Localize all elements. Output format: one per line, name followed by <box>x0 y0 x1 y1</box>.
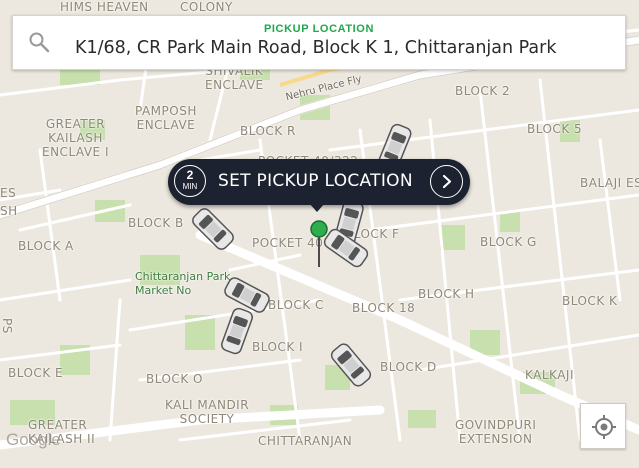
map-label-chittaranjan-market: Chittaranjan Park Market No <box>135 270 231 297</box>
google-attribution: Google <box>6 430 61 449</box>
my-location-button[interactable] <box>580 403 626 449</box>
chevron-right-icon[interactable] <box>430 165 463 198</box>
map-label-es-left: ES <box>0 186 17 200</box>
map-label-kalkaji: KALKAJI <box>525 368 574 382</box>
map-label-block-i: BLOCK I <box>252 340 304 354</box>
crosshair-icon <box>592 415 616 439</box>
pickup-location-caption: PICKUP LOCATION <box>263 23 375 35</box>
map-label-sh-left: SH <box>0 204 18 218</box>
eta-unit: MIN <box>182 182 198 191</box>
map-label-block-r: BLOCK R <box>240 124 296 138</box>
pickup-address-text[interactable]: K1/68, CR Park Main Road, Block K 1, Chi… <box>75 38 613 58</box>
map-label-balaji-es: BALAJI ES <box>580 176 639 190</box>
map-label-greater-kailash-1: GREATER KAILASH ENCLAVE I <box>42 117 109 159</box>
map-label-block-b: BLOCK B <box>128 216 184 230</box>
map-label-block-a: BLOCK A <box>18 239 74 253</box>
map-label-colony-top: COLONY <box>180 0 233 14</box>
map-label-chittaranjan: CHITTARANJAN <box>258 434 353 448</box>
map-label-block-d: BLOCK D <box>380 360 437 374</box>
map-label-block-c: BLOCK C <box>268 298 324 312</box>
map-label-block-o: BLOCK O <box>146 372 203 386</box>
map-label-block-k: BLOCK K <box>562 294 618 308</box>
eta-value: 2 <box>186 168 194 182</box>
set-pickup-label: SET PICKUP LOCATION <box>218 171 413 191</box>
map-label-block-5: BLOCK 5 <box>527 122 583 136</box>
map-label-block-g: BLOCK G <box>480 235 537 249</box>
map-label-hims-top: HIMS HEAVEN <box>60 0 149 14</box>
map-label-block-h: BLOCK H <box>418 287 475 301</box>
map-label-block-2: BLOCK 2 <box>455 84 511 98</box>
map-label-block-e: BLOCK E <box>8 366 64 380</box>
map-label-govindpuri-extension: GOVINDPURI EXTENSION <box>455 418 537 446</box>
set-pickup-location-button[interactable]: 2 MIN SET PICKUP LOCATION <box>168 159 470 212</box>
location-pin-icon <box>310 220 328 267</box>
eta-badge: 2 MIN <box>174 165 206 197</box>
map-label-pamposh-enclave: PAMPOSH ENCLAVE <box>135 104 197 132</box>
pickup-location-bar[interactable]: PICKUP LOCATION K1/68, CR Park Main Road… <box>12 15 626 70</box>
map-label-block-18: BLOCK 18 <box>352 301 416 315</box>
map-label-ps-left: PS <box>0 318 14 334</box>
map-label-kali-mandir-society: KALI MANDIR SOCIETY <box>165 398 250 426</box>
